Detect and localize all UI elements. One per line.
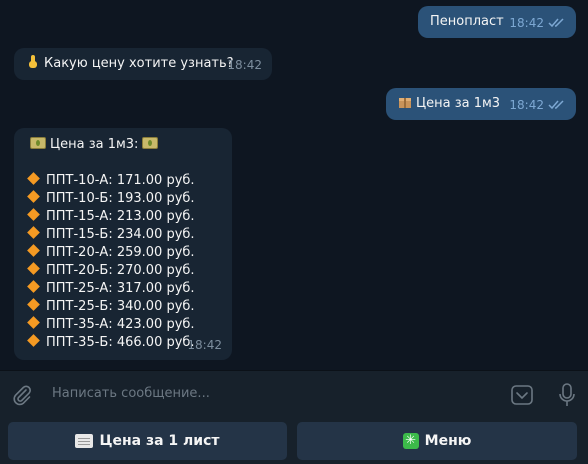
message-outgoing[interactable]: Цена за 1м3 18:42 xyxy=(386,88,576,120)
message-time: 18:42 xyxy=(509,98,544,112)
message-meta: 18:42 xyxy=(187,336,222,354)
orange-diamond-icon xyxy=(27,280,40,293)
button-label: Меню xyxy=(424,433,472,449)
message-meta: 18:42 xyxy=(227,56,262,74)
message-input-bar: Написать сообщение... xyxy=(0,370,588,416)
message-text: Цена за 1м3 xyxy=(416,96,501,111)
price-per-sheet-button[interactable]: Цена за 1 лист xyxy=(8,422,287,460)
price-item: ППТ-10-А: 171.00 руб. xyxy=(26,172,220,190)
button-label: Цена за 1 лист xyxy=(99,433,220,449)
orange-diamond-icon xyxy=(27,208,40,221)
orange-diamond-icon xyxy=(27,244,40,257)
orange-diamond-icon xyxy=(27,334,40,347)
price-item: ППТ-10-Б: 193.00 руб. xyxy=(26,190,220,208)
price-item: ППТ-25-Б: 340.00 руб. xyxy=(26,298,220,316)
bot-reply-keyboard: Цена за 1 лист ✳ Меню xyxy=(0,416,588,464)
message-meta: 18:42 xyxy=(509,14,566,32)
pointing-down-hand-icon xyxy=(29,55,37,68)
message-incoming[interactable]: Какую цену хотите узнать? 18:42 xyxy=(14,48,272,80)
orange-diamond-icon xyxy=(27,226,40,239)
message-outgoing[interactable]: Пенопласт 18:42 xyxy=(418,6,576,38)
price-item: ППТ-20-А: 259.00 руб. xyxy=(26,244,220,262)
orange-diamond-icon xyxy=(27,316,40,329)
message-time: 18:42 xyxy=(509,16,544,30)
page-icon xyxy=(75,434,94,448)
menu-button[interactable]: ✳ Меню xyxy=(297,422,577,460)
orange-diamond-icon xyxy=(27,190,40,203)
price-item: ППТ-15-Б: 234.00 руб. xyxy=(26,226,220,244)
package-icon xyxy=(399,98,411,108)
double-check-icon xyxy=(548,100,564,110)
sparkle-icon: ✳ xyxy=(402,433,419,449)
message-incoming-price-list[interactable]: Цена за 1м3: ППТ-10-А: 171.00 руб. ППТ-1… xyxy=(14,128,232,360)
chat-history[interactable]: Пенопласт 18:42 Какую цену хотите узнать… xyxy=(0,0,588,370)
message-input[interactable]: Написать сообщение... xyxy=(52,386,210,401)
money-banknote-icon xyxy=(142,137,159,149)
double-check-icon xyxy=(548,18,564,28)
message-time: 18:42 xyxy=(227,58,262,72)
price-item: ППТ-35-А: 423.00 руб. xyxy=(26,316,220,334)
price-item: ППТ-25-А: 317.00 руб. xyxy=(26,280,220,298)
message-time: 18:42 xyxy=(187,338,222,352)
keyboard-toggle-icon[interactable] xyxy=(510,383,534,407)
price-item: ППТ-15-А: 213.00 руб. xyxy=(26,208,220,226)
money-banknote-icon xyxy=(30,137,46,149)
message-meta: 18:42 xyxy=(509,96,566,114)
microphone-icon[interactable] xyxy=(556,382,578,408)
message-text: Какую цену хотите узнать? xyxy=(44,56,234,71)
price-item: ППТ-20-Б: 270.00 руб. xyxy=(26,262,220,280)
message-text: Пенопласт xyxy=(430,14,504,29)
paperclip-icon[interactable] xyxy=(10,383,34,407)
orange-diamond-icon xyxy=(27,172,40,185)
orange-diamond-icon xyxy=(27,298,40,311)
orange-diamond-icon xyxy=(27,262,40,275)
price-list-title: Цена за 1м3: xyxy=(26,136,220,154)
